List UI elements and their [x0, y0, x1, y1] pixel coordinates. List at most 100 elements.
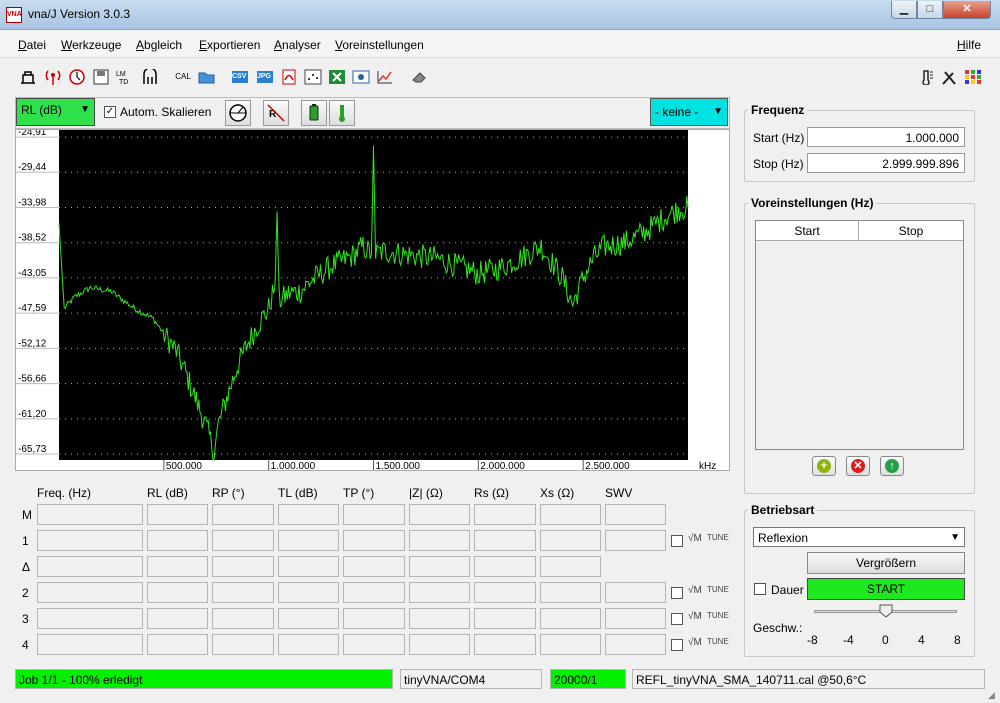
tune-checkbox[interactable] — [671, 613, 683, 625]
tune-checkbox[interactable] — [671, 587, 683, 599]
auto-scale-label: Autom. Skalieren — [120, 105, 212, 119]
scatter-icon[interactable] — [304, 69, 322, 85]
readout-cell — [212, 582, 274, 603]
readout-cell — [37, 530, 143, 551]
readout-cell — [147, 634, 208, 655]
readout-cell — [474, 504, 536, 525]
excel-icon[interactable] — [328, 69, 346, 85]
battery-button[interactable] — [301, 100, 327, 126]
frequency-title: Frequenz — [748, 103, 808, 117]
speed-tick: -4 — [843, 633, 854, 647]
menu-datei[interactable]: Datei — [18, 38, 46, 52]
y-tick-label: -29,44 — [18, 162, 47, 173]
readout-cell — [37, 556, 143, 577]
start-label: Start (Hz) — [753, 131, 805, 145]
delete-preset-button[interactable]: ✕ — [846, 456, 870, 476]
readout-cell — [409, 504, 470, 525]
menu-analyser[interactable]: Analyser — [274, 38, 321, 52]
pdf-icon[interactable] — [280, 69, 298, 85]
grid-icon[interactable] — [964, 69, 982, 85]
connector-icon[interactable] — [141, 67, 159, 85]
mode-select[interactable]: Reflexion ▼ — [753, 527, 965, 547]
cal-label: CAL — [175, 72, 191, 81]
smith-chart-button[interactable] — [225, 100, 251, 126]
svg-text:LM: LM — [116, 71, 126, 78]
tools-icon[interactable] — [940, 69, 958, 85]
clock-icon[interactable] — [68, 69, 86, 85]
temperature-button[interactable] — [329, 100, 355, 126]
close-button[interactable]: ✕ — [943, 1, 991, 19]
col-xs: Xs (Ω) — [540, 486, 575, 500]
menu-abgleich[interactable]: Abgleich — [136, 38, 182, 52]
menu-hilfe[interactable]: Hilfe — [957, 38, 981, 52]
readout-cell — [147, 608, 208, 629]
reference-off-button[interactable]: R — [263, 100, 289, 126]
start-frequency-field[interactable]: 1.000.000 — [807, 127, 965, 147]
title-bar[interactable]: VNA vna/J Version 3.0.3 ▁ □ ✕ — [0, 0, 1000, 30]
cal-icon[interactable]: CAL — [171, 69, 195, 85]
readout-cell — [37, 582, 143, 603]
tune-sqrt-label: √M — [688, 611, 702, 622]
readout-cell — [409, 634, 470, 655]
save-icon[interactable] — [92, 69, 110, 85]
readout-cell — [343, 634, 405, 655]
close-icon: ✕ — [851, 459, 865, 473]
zoom-button[interactable]: Vergrößern — [807, 552, 965, 574]
add-preset-button[interactable]: + — [812, 456, 836, 476]
thermometer-icon[interactable] — [917, 69, 935, 86]
eraser-icon[interactable] — [410, 69, 428, 85]
calibrate-icon[interactable] — [19, 69, 37, 85]
readout-cell — [37, 504, 143, 525]
tune-checkbox[interactable] — [671, 639, 683, 651]
readout-cell — [540, 504, 601, 525]
menu-exportieren[interactable]: Exportieren — [199, 38, 260, 52]
readout-cell — [147, 556, 208, 577]
readout-cell — [343, 530, 405, 551]
y-tick-label: -33,98 — [18, 197, 47, 208]
presets-col-stop[interactable]: Stop — [859, 221, 963, 241]
menu-werkzeuge[interactable]: Werkzeuge — [61, 38, 121, 52]
csv-icon[interactable]: CSV — [231, 69, 249, 85]
readout-cell — [605, 504, 666, 525]
continuous-checkbox[interactable] — [754, 583, 766, 595]
auto-scale-checkbox[interactable]: ✓ — [104, 106, 116, 118]
presets-table[interactable]: Start Stop — [755, 220, 964, 450]
maximize-button[interactable]: □ — [917, 1, 943, 19]
readout-cell — [212, 530, 274, 551]
jpg-icon[interactable]: JPG — [256, 69, 274, 85]
readout-cell — [343, 582, 405, 603]
load-preset-button[interactable]: ↑ — [880, 456, 904, 476]
scale-select[interactable]: RL (dB) ▼ — [16, 98, 95, 126]
y-tick-label: -61,20 — [18, 409, 47, 420]
export-icon[interactable] — [352, 69, 370, 85]
readout-cell — [605, 634, 666, 655]
x-tick-label: 500.000 — [166, 461, 203, 470]
folder-open-icon[interactable] — [198, 69, 216, 85]
readout-cell — [474, 556, 536, 577]
resize-grip-icon[interactable]: ◢ — [988, 690, 995, 701]
series-select[interactable]: - keine - ▼ — [650, 98, 728, 126]
speed-slider-thumb[interactable] — [879, 604, 893, 618]
readout-cell — [278, 634, 339, 655]
speed-tick: -8 — [807, 633, 818, 647]
rl-chart[interactable]: -24,91 -29,44 -33,98 -38,52 -43,05 -47,59 -52,… — [16, 130, 729, 470]
speed-tick: 0 — [882, 633, 889, 647]
minimize-button[interactable]: ▁ — [891, 1, 917, 19]
tune-checkbox[interactable] — [671, 535, 683, 547]
menu-bar: Datei Werkzeuge Abgleich Exportieren Ana… — [0, 30, 1000, 58]
antenna-icon[interactable] — [44, 69, 62, 85]
chart-area[interactable]: -24,91 -29,44 -33,98 -38,52 -43,05 -47,59 -52,… — [15, 129, 730, 471]
plus-icon: + — [817, 459, 831, 473]
readout-cell — [540, 582, 601, 603]
mathematics-icon[interactable]: LM TD — [116, 69, 134, 86]
chart-icon[interactable] — [376, 69, 394, 85]
start-button[interactable]: START — [807, 578, 965, 600]
stop-label: Stop (Hz) — [753, 157, 804, 171]
readout-cell — [540, 634, 601, 655]
presets-col-start[interactable]: Start — [756, 221, 859, 241]
stop-frequency-field[interactable]: 2.999.999.896 — [807, 153, 965, 173]
readout-cell — [212, 608, 274, 629]
menu-voreinstellungen[interactable]: Voreinstellungen — [335, 38, 424, 52]
continuous-label: Dauer — [771, 583, 804, 597]
readout-cell — [278, 608, 339, 629]
